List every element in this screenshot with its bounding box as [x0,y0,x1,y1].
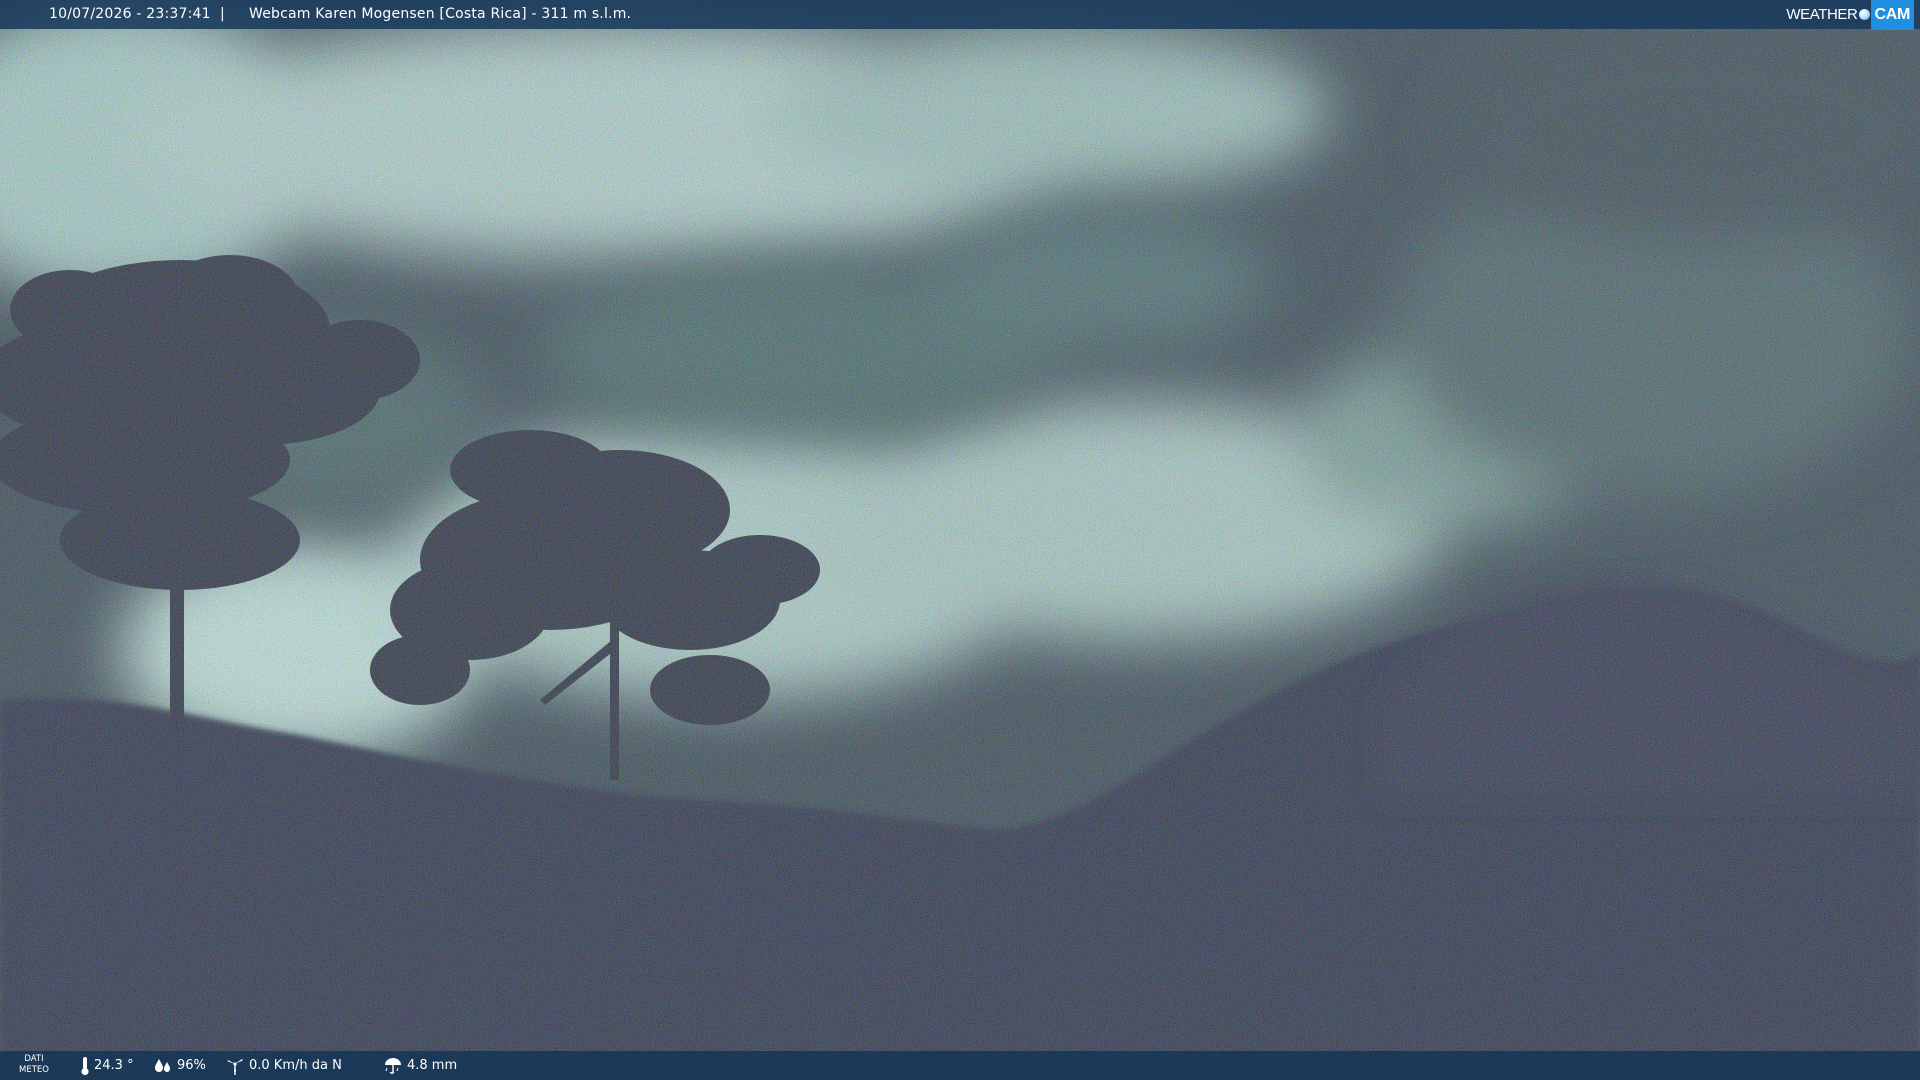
rain-reading: 4.8 mm [383,1051,457,1080]
weathercam-logo[interactable]: WEATHER CAM [1786,0,1914,30]
humidity-value: 96% [177,1058,206,1073]
separator: | [220,6,225,22]
webcam-image [0,0,1920,1080]
top-info-bar: 10/07/2026 - 23:37:41 | Webcam Karen Mog… [0,0,1920,30]
logo-text-cam: CAM [1871,0,1914,30]
humidity-drops-icon [155,1058,170,1072]
meteo-data-label: DATI METEO [18,1054,50,1076]
meteo-label-line1: DATI [24,1054,44,1064]
weather-data-bar: DATI METEO 24.3 ° 96% 0.0 Km/h da N 4.8 … [0,1051,1920,1080]
logo-globe-icon [1859,8,1871,20]
wind-value: 0.0 Km/h da N [249,1058,342,1073]
rain-value: 4.8 mm [407,1058,458,1073]
camera-title: Webcam Karen Mogensen [Costa Rica] - 311… [249,6,632,22]
meteo-label-line2: METEO [19,1065,49,1075]
rain-umbrella-icon [385,1057,401,1074]
humidity-reading: 96% [153,1051,206,1080]
thermometer-icon [81,1056,89,1075]
temperature-value: 24.3 ° [94,1058,134,1073]
temperature-reading: 24.3 ° [80,1051,134,1080]
logo-text-weather: WEATHER [1786,5,1858,23]
wind-reading: 0.0 Km/h da N [225,1051,342,1080]
webcam-viewer: 10/07/2026 - 23:37:41 | Webcam Karen Mog… [0,0,1920,1080]
wind-turbine-icon [227,1058,243,1075]
timestamp: 10/07/2026 - 23:37:41 [49,6,211,22]
